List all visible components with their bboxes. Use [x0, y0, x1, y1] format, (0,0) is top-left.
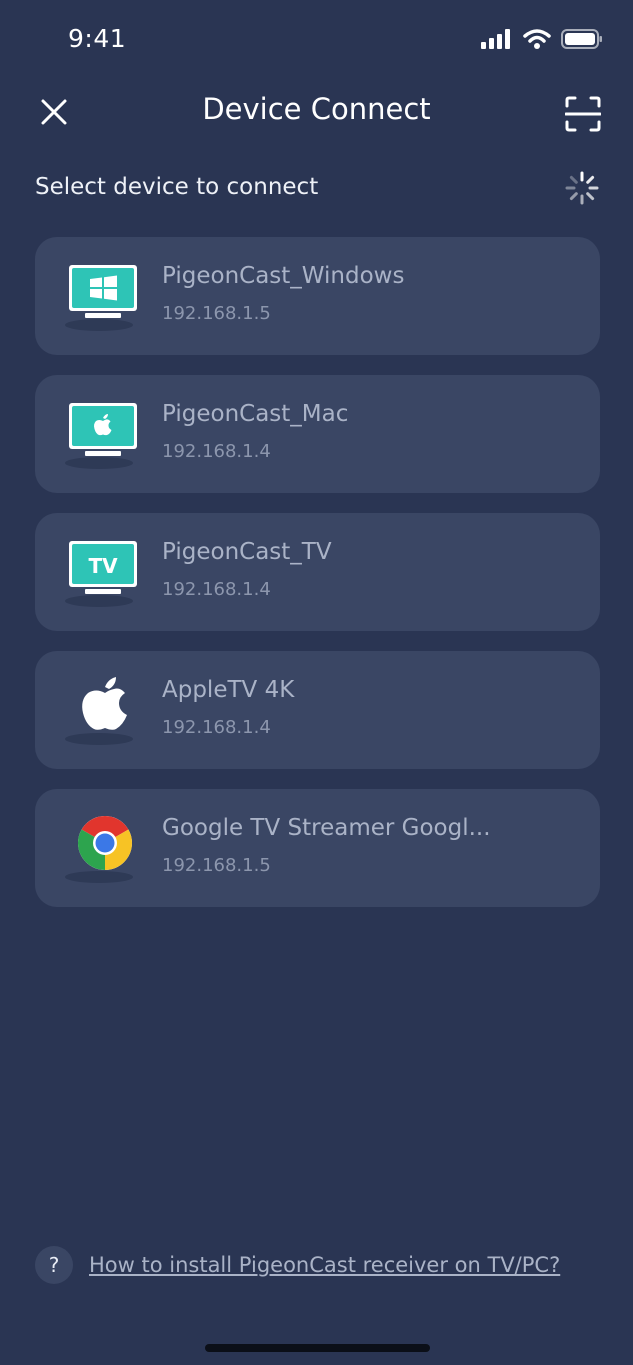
page-title: Device Connect	[202, 92, 431, 126]
battery-icon	[561, 29, 602, 49]
apple-icon	[65, 677, 133, 745]
device-item-pigeoncast-mac[interactable]: PigeonCast_Mac 192.168.1.4	[35, 375, 600, 493]
wifi-icon	[523, 29, 551, 49]
svg-text:TV: TV	[88, 554, 118, 578]
device-name: PigeonCast_Mac	[162, 401, 349, 427]
device-name: AppleTV 4K	[162, 677, 295, 703]
device-name: PigeonCast_TV	[162, 539, 332, 565]
question-icon[interactable]: ?	[35, 1246, 73, 1284]
device-item-appletv-4k[interactable]: AppleTV 4K 192.168.1.4	[35, 651, 600, 769]
device-ip: 192.168.1.4	[162, 717, 271, 738]
device-item-google-tv-streamer[interactable]: Google TV Streamer Googl... 192.168.1.5	[35, 789, 600, 907]
section-header: Select device to connect	[35, 170, 600, 210]
device-ip: 192.168.1.4	[162, 579, 271, 600]
loading-spinner-icon	[565, 171, 599, 205]
scan-icon	[565, 96, 601, 132]
install-help-link[interactable]: How to install PigeonCast receiver on TV…	[89, 1253, 560, 1277]
device-item-pigeoncast-tv[interactable]: TV PigeonCast_TV 192.168.1.4	[35, 513, 600, 631]
device-ip: 192.168.1.5	[162, 303, 271, 324]
device-name: PigeonCast_Windows	[162, 263, 405, 289]
cellular-signal-icon	[481, 29, 510, 49]
header: Device Connect	[0, 80, 633, 144]
chrome-icon	[65, 815, 133, 883]
device-item-pigeoncast-windows[interactable]: PigeonCast_Windows 192.168.1.5	[35, 237, 600, 355]
device-list: PigeonCast_Windows 192.168.1.5 PigeonCas…	[35, 237, 600, 927]
status-bar: 9:41	[0, 0, 633, 80]
home-indicator[interactable]	[205, 1344, 430, 1352]
status-time: 9:41	[68, 24, 127, 53]
device-ip: 192.168.1.5	[162, 855, 271, 876]
mac-monitor-icon	[65, 403, 137, 469]
section-title: Select device to connect	[35, 174, 319, 200]
help-row: ? How to install PigeonCast receiver on …	[35, 1245, 560, 1285]
device-ip: 192.168.1.4	[162, 441, 271, 462]
device-connect-screen: 9:41 Device Connect Select device to con…	[0, 0, 633, 1365]
scan-button[interactable]	[563, 94, 603, 134]
status-icons	[481, 28, 603, 50]
tv-monitor-icon: TV	[65, 541, 137, 607]
device-name: Google TV Streamer Googl...	[162, 815, 491, 841]
windows-monitor-icon	[65, 265, 137, 331]
